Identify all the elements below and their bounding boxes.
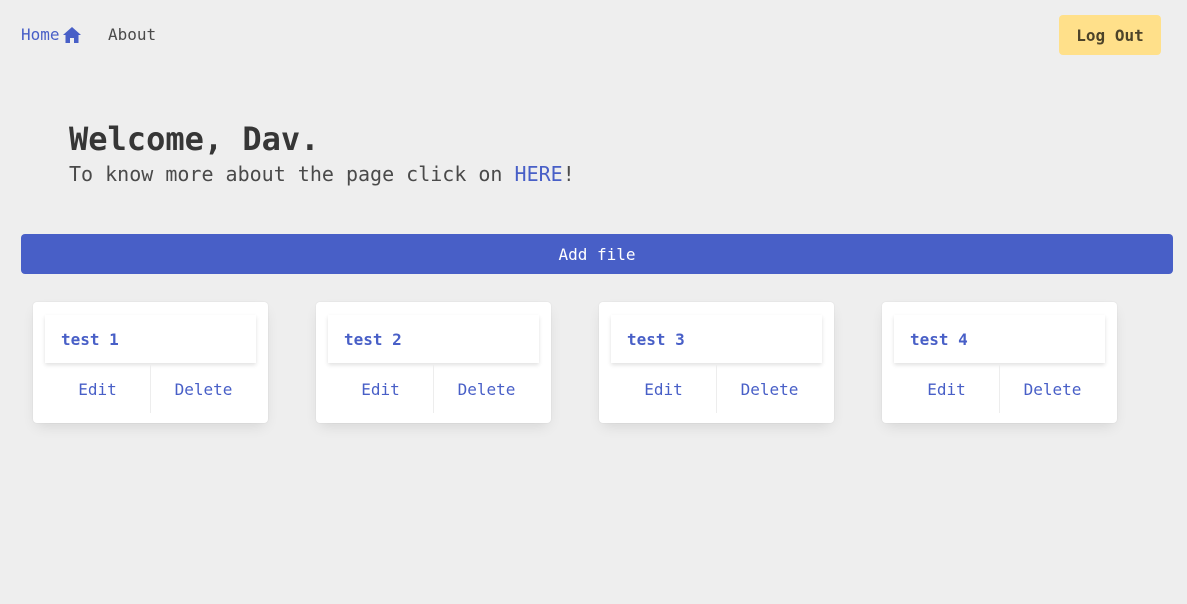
subtitle-suffix: ! [562,162,575,186]
delete-button[interactable]: Delete [150,365,256,413]
file-card-footer: Edit Delete [328,365,539,413]
welcome-subtitle: To know more about the page click on HER… [69,160,575,188]
file-card: test 3 Edit Delete [599,302,834,423]
edit-button[interactable]: Edit [328,365,433,413]
edit-button[interactable]: Edit [45,365,150,413]
edit-button[interactable]: Edit [894,365,999,413]
file-card: test 2 Edit Delete [316,302,551,423]
file-card-footer: Edit Delete [611,365,822,413]
delete-button[interactable]: Delete [716,365,822,413]
welcome-title: Welcome, Dav. [69,120,320,158]
file-card-footer: Edit Delete [45,365,256,413]
file-card-title: test 2 [328,315,539,363]
nav-home-link[interactable]: Home [21,25,81,45]
subtitle-text: To know more about the page click on [69,162,515,186]
add-file-button[interactable]: Add file [21,234,1173,274]
nav-home-label: Home [21,25,60,44]
navbar: Home About Log Out [0,0,1187,70]
file-cards: test 1 Edit Delete test 2 Edit Delete te… [33,302,1117,423]
home-icon [62,27,81,43]
file-card: test 4 Edit Delete [882,302,1117,423]
here-link[interactable]: HERE [515,162,563,186]
edit-button[interactable]: Edit [611,365,716,413]
nav-about-link[interactable]: About [108,25,156,45]
file-card-title: test 1 [45,315,256,363]
file-card-footer: Edit Delete [894,365,1105,413]
delete-button[interactable]: Delete [999,365,1105,413]
file-card-title: test 4 [894,315,1105,363]
logout-button[interactable]: Log Out [1059,15,1161,55]
file-card-title: test 3 [611,315,822,363]
delete-button[interactable]: Delete [433,365,539,413]
file-card: test 1 Edit Delete [33,302,268,423]
